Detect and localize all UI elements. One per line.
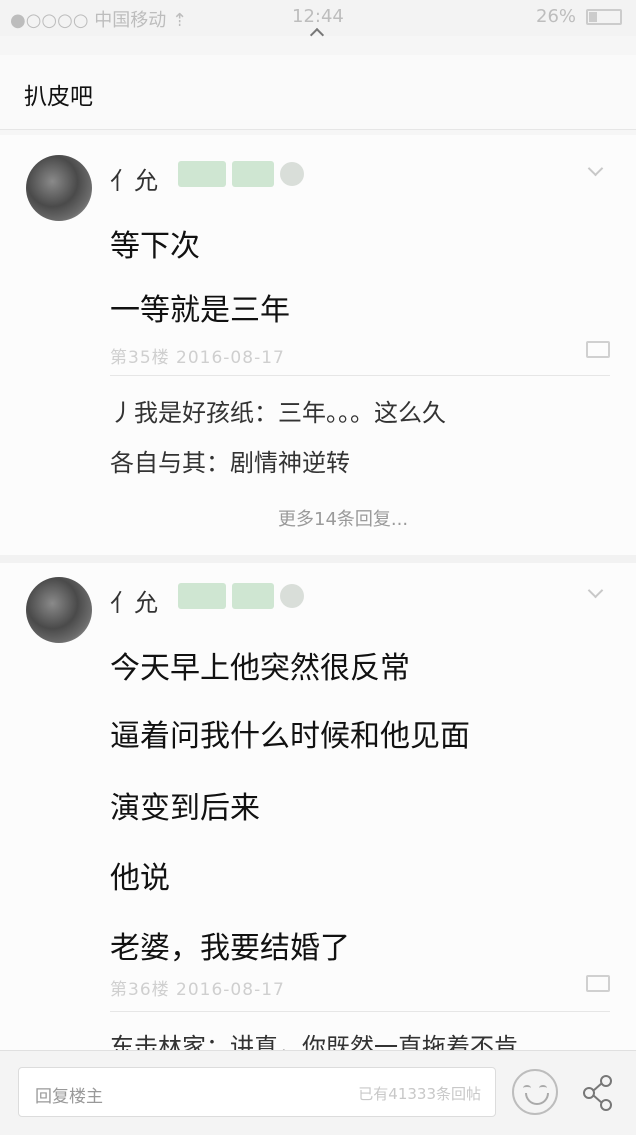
bottom-bar: 回复楼主 已有41333条回帖 [0,1050,636,1135]
more-replies-link[interactable]: 更多14条回复... [278,505,408,531]
chevron-down-icon[interactable] [587,582,604,599]
pull-down-caret-icon[interactable] [309,27,325,43]
reply-count: 已有41333条回帖 [358,1085,481,1103]
emoji-icon[interactable] [512,1069,558,1115]
thread-content[interactable]: 亻允 等下次 一等就是三年 第35楼 2016-08-17 丿我是好孩纸：三年。… [0,135,636,1050]
avatar[interactable] [26,155,92,221]
level-badge [178,161,226,187]
verified-icon [280,584,304,608]
status-bar: ●○○○○ 中国移动 ⇡ 12:44 26% [0,0,636,43]
divider [110,375,610,376]
post-separator [0,555,636,563]
level-badge [232,583,274,609]
comment-icon[interactable] [586,341,610,358]
avatar[interactable] [26,577,92,643]
emoji-eye [523,1085,531,1091]
post-text-line: 等下次 [110,229,200,264]
emoji-eye [539,1085,547,1091]
share-icon[interactable] [580,1073,616,1113]
battery-fill [589,12,597,22]
post-text-line: 一等就是三年 [110,293,290,328]
verified-icon [280,162,304,186]
post-text-line: 今天早上他突然很反常 [110,651,410,686]
post-meta: 第35楼 2016-08-17 [110,348,285,368]
post-text-line: 演变到后来 [110,791,260,826]
level-badge [232,161,274,187]
carrier-label: ●○○○○ 中国移动 ⇡ [10,10,188,31]
emoji-mouth [525,1093,549,1105]
post-text-line: 老婆，我要结婚了 [110,931,350,966]
post-meta: 第36楼 2016-08-17 [110,980,285,1000]
page-title[interactable]: 扒皮吧 [24,77,93,111]
reply-item[interactable]: 东击林家：讲真，你既然一直拖着不肯 [110,1027,518,1050]
post-text-line: 逼着问我什么时候和他见面 [110,719,470,754]
username[interactable]: 亻允 [110,161,158,196]
divider [110,1011,610,1012]
post-text-line: 他说 [110,861,170,896]
header: 扒皮吧 [0,55,636,130]
chevron-down-icon[interactable] [587,160,604,177]
reply-item[interactable]: 各自与其：剧情神逆转 [110,443,350,478]
reply-input[interactable]: 回复楼主 已有41333条回帖 [18,1067,496,1117]
battery-icon [586,9,622,25]
reply-item[interactable]: 丿我是好孩纸：三年。。。这么久 [110,393,446,428]
reply-placeholder: 回复楼主 [35,1087,103,1107]
battery-percent: 26% [536,6,577,27]
clock: 12:44 [292,6,344,27]
username[interactable]: 亻允 [110,583,158,618]
level-badge [178,583,226,609]
comment-icon[interactable] [586,975,610,992]
